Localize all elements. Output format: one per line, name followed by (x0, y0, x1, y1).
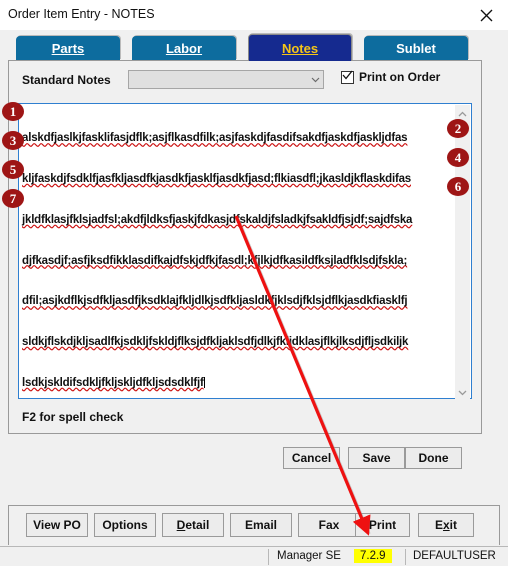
notes-line: dfil;asjkdflkjsdfkljasdfjksdklajfkljdlkj… (22, 295, 408, 308)
standard-notes-dropdown[interactable] (128, 70, 324, 89)
close-icon (480, 9, 493, 22)
status-separator (405, 549, 406, 565)
annotation-badge-2: 2 (447, 119, 469, 138)
detail-label: etail (185, 518, 210, 532)
title-bar: Order Item Entry - NOTES (0, 0, 508, 30)
annotation-badge-5: 5 (2, 160, 24, 179)
fax-label: Fax (318, 518, 340, 532)
tab-labor[interactable]: Labor (132, 36, 236, 60)
status-bar: Manager SE 7.2.9 DEFAULTUSER (0, 546, 508, 566)
cancel-button[interactable]: Cancel (283, 447, 340, 469)
status-version-badge: 7.2.9 (354, 549, 392, 563)
window-title: Order Item Entry - NOTES (8, 7, 155, 21)
notes-textarea[interactable]: alskdfjaslkjfasklifasjdflk;asjflkasdfilk… (18, 103, 472, 399)
print-on-order-label: Print on Order (359, 70, 441, 84)
check-icon (342, 68, 353, 86)
status-app-name: Manager SE (277, 550, 341, 562)
close-button[interactable] (464, 0, 508, 30)
notes-text-content: alskdfjaslkjfasklifasjdflk;asjflkasdfilk… (22, 105, 454, 418)
done-button-label: Done (418, 451, 449, 465)
view-po-label: View PO (33, 518, 81, 532)
exit-button[interactable]: Ex it (418, 513, 474, 537)
save-button[interactable]: Save (348, 447, 405, 469)
status-user: DEFAULTUSER (413, 550, 496, 562)
spell-check-hint: F2 for spell check (22, 410, 124, 424)
annotation-badge-7: 7 (2, 189, 24, 208)
status-separator (268, 549, 269, 565)
print-label: Print (368, 518, 397, 532)
options-label: Options (102, 518, 148, 532)
tab-parts[interactable]: Parts (16, 36, 120, 60)
cancel-button-label: Cancel (291, 451, 332, 465)
scroll-up-button[interactable] (455, 105, 470, 120)
notes-line: alskdfjaslkjfasklifasjdflk;asjflkasdfilk… (22, 132, 408, 145)
tab-notes[interactable]: Notes (248, 34, 352, 61)
tab-labor-label: Labor (165, 40, 203, 56)
chevron-down-icon (458, 383, 467, 401)
notes-line: djfkasdjf;asfjksdfikklasdifkajdfskjdfkjf… (22, 254, 408, 267)
notes-line: sldkjflskdjkljsadlfkjsdkljfskldjflksjdfk… (22, 336, 409, 349)
fax-button[interactable]: Fax (298, 513, 360, 537)
detail-accelerator: D (176, 518, 186, 532)
annotation-badge-3: 3 (2, 131, 24, 150)
tab-notes-label: Notes (281, 40, 319, 56)
print-button[interactable]: Print (355, 513, 410, 537)
print-on-order-checkbox[interactable]: Print on Order (341, 70, 440, 84)
chevron-down-icon (307, 77, 323, 83)
exit-label-tail: it (449, 518, 458, 532)
notes-line: lsdkjskldifsdkljfkljskljdfkljsdsdklfjf (22, 376, 204, 389)
tab-parts-label: Parts (51, 40, 85, 56)
exit-accelerator: x (442, 518, 450, 532)
standard-notes-label: Standard Notes (22, 73, 111, 87)
order-item-entry-dialog: Order Item Entry - NOTES Parts Labor Not… (0, 0, 508, 566)
email-label: Email (244, 518, 277, 532)
save-button-label: Save (362, 451, 391, 465)
tab-strip: Parts Labor Notes Sublet (0, 30, 508, 62)
checkbox-box (341, 68, 354, 86)
detail-button[interactable]: Detail (162, 513, 224, 537)
options-button[interactable]: Options (94, 513, 156, 537)
scroll-down-button[interactable] (455, 384, 470, 399)
notes-line: jkldfklasjfklsjadfsl;akdfjldksfjaskjfdka… (22, 213, 413, 226)
email-button[interactable]: Email (230, 513, 292, 537)
annotation-badge-1: 1 (2, 102, 24, 121)
view-po-button[interactable]: View PO (26, 513, 88, 537)
done-button[interactable]: Done (405, 447, 462, 469)
annotation-badge-6: 6 (447, 177, 469, 196)
annotation-badge-4: 4 (447, 148, 469, 167)
notes-line: kljfaskdjfsdklfjasfkljasdfkjasdkfjasklfj… (22, 172, 411, 185)
tab-sublet-label: Sublet (396, 40, 436, 56)
tab-sublet[interactable]: Sublet (364, 36, 468, 60)
exit-label: E (434, 518, 443, 532)
